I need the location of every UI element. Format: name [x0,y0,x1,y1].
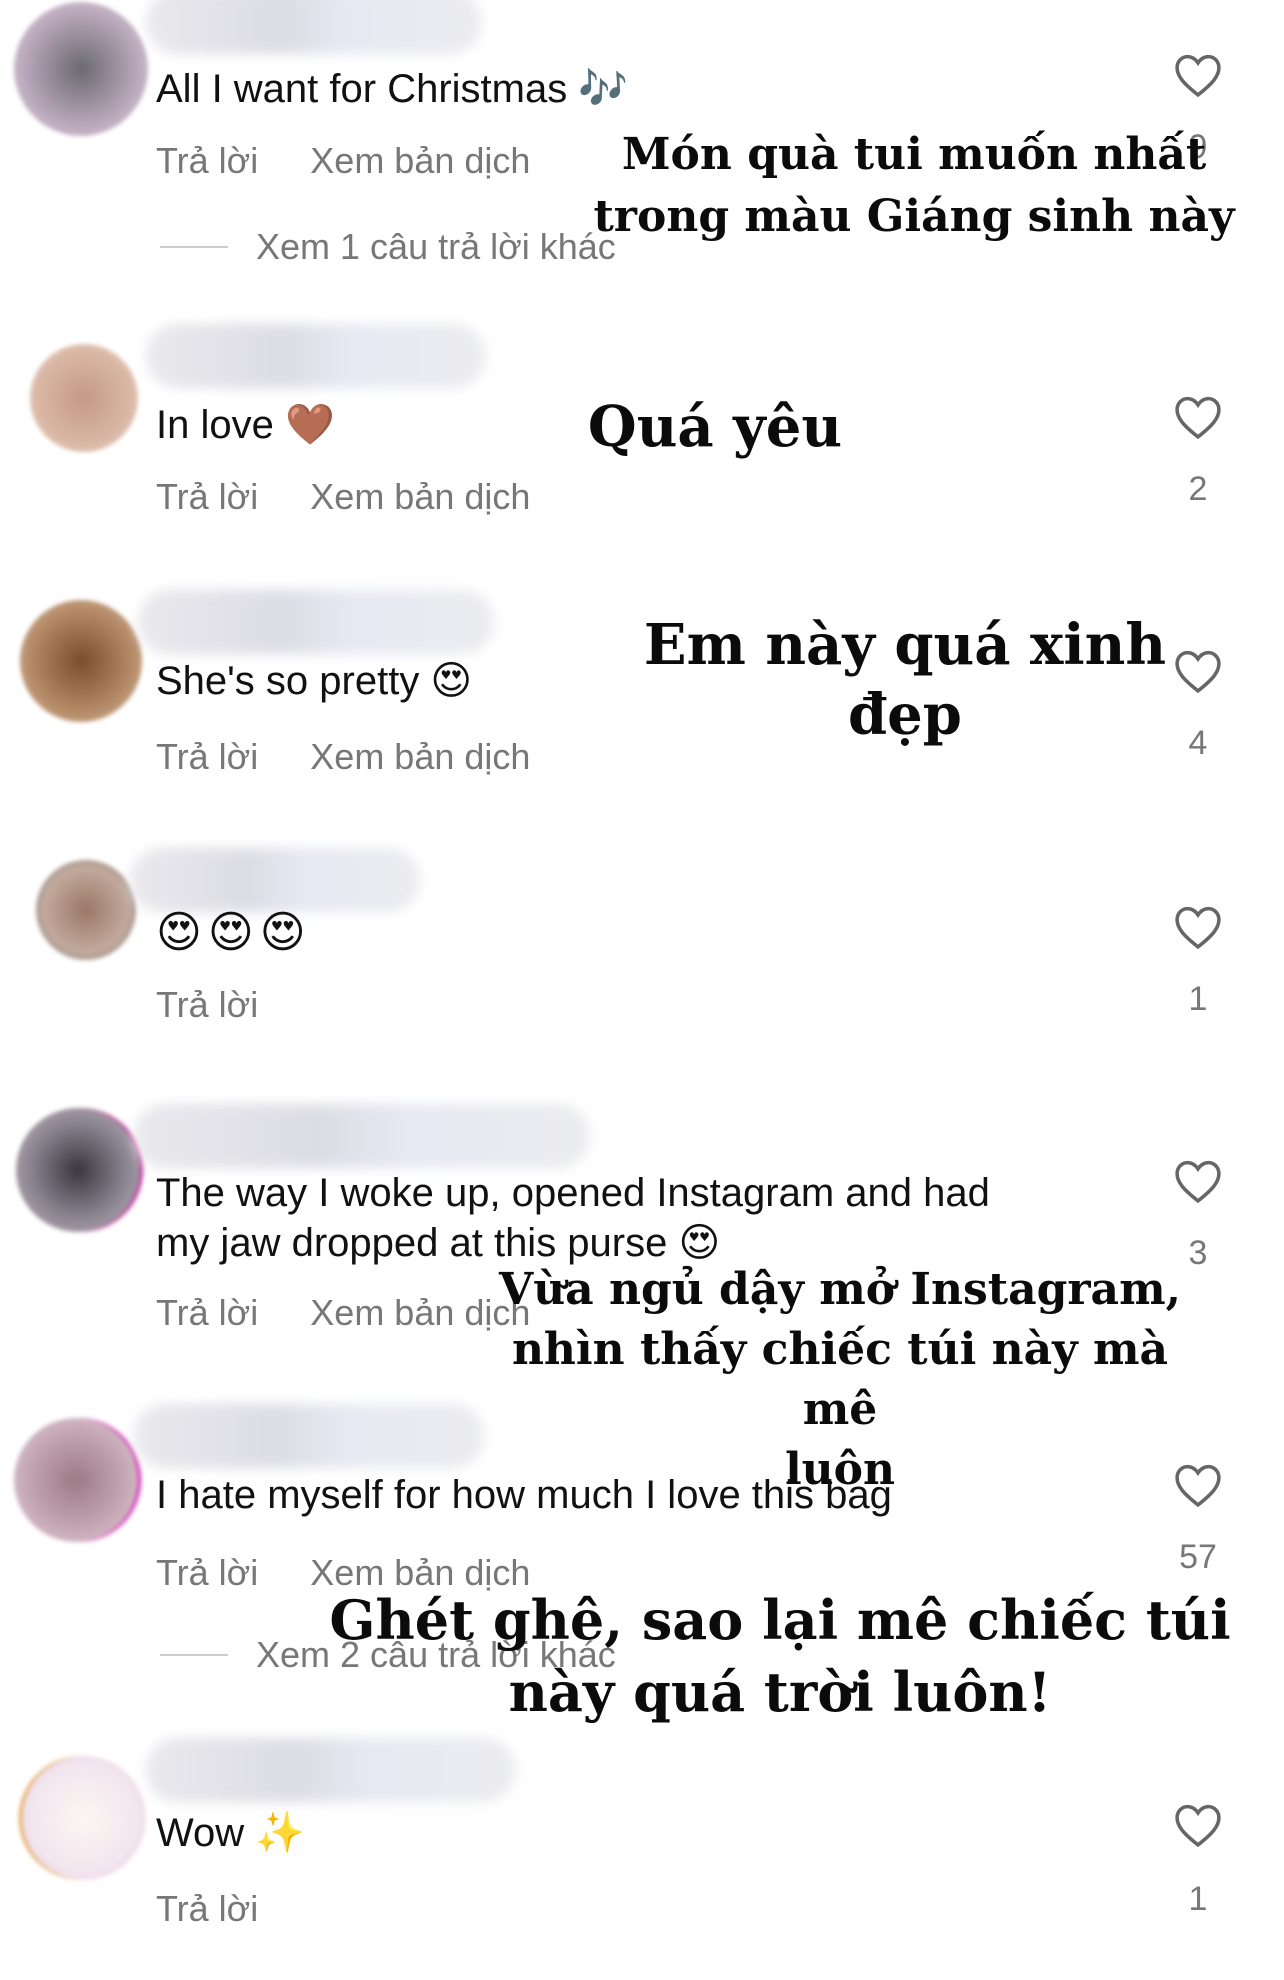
translate-button[interactable]: Xem bản dịch [310,476,530,518]
username-blurred[interactable] [130,848,420,912]
divider [160,1654,228,1656]
comment-text: I hate myself for how much I love this b… [156,1473,892,1517]
username-blurred[interactable] [138,590,494,654]
comment-actions: Trả lời Xem bản dịch [156,476,530,518]
comment-text: 😍😍😍 [156,907,312,958]
translation-overlay: Món quà tui muốn nhất trong màu Giáng si… [593,129,1235,242]
reply-button[interactable]: Trả lời [156,476,258,518]
username-blurred[interactable] [134,1404,484,1468]
view-more-replies[interactable]: Xem 1 câu trả lời khác [160,226,616,268]
translation-overlay: Ghét ghê, sao lại mê chiếc túi này quá t… [329,1588,1231,1724]
avatar[interactable] [14,1418,138,1542]
avatar[interactable] [30,344,138,452]
translation-overlay: Quá yêu [587,394,843,460]
translation-overlay: Em này quá xinh đẹp [643,612,1167,748]
username-blurred[interactable] [146,1738,516,1802]
like-count: 2 [1188,470,1208,508]
reply-button[interactable]: Trả lời [156,1888,258,1930]
avatar[interactable] [20,600,142,722]
reply-button[interactable]: Trả lời [156,984,258,1026]
heart-icon[interactable] [1172,1802,1224,1848]
username-blurred[interactable] [146,0,482,54]
comment-actions: Trả lời Xem bản dịch [156,736,530,778]
divider [160,246,228,248]
comment-actions: Trả lời [156,984,258,1026]
heart-icon[interactable] [1172,394,1224,440]
comment-text: Wow ✨ [156,1811,306,1855]
reply-button[interactable]: Trả lời [156,140,258,182]
view-more-replies-label[interactable]: Xem 1 câu trả lời khác [256,226,616,268]
like-count: 1 [1188,980,1208,1018]
avatar[interactable] [36,860,136,960]
heart-icon[interactable] [1172,1462,1224,1508]
like-count: 1 [1188,1880,1208,1918]
translate-button[interactable]: Xem bản dịch [310,140,530,182]
avatar[interactable] [16,1108,140,1232]
username-blurred[interactable] [146,324,486,388]
avatar[interactable] [14,2,148,136]
heart-icon[interactable] [1172,904,1224,950]
comment-text: The way I woke up, opened Instagram and … [156,1171,990,1265]
comment-actions: Trả lời Xem bản dịch [156,140,530,182]
comment-actions: Trả lời [156,1888,258,1930]
translate-button[interactable]: Xem bản dịch [310,736,530,778]
reply-button[interactable]: Trả lời [156,736,258,778]
translation-overlay: Vừa ngủ dậy mở Instagram, nhìn thấy chiế… [499,1264,1181,1495]
avatar[interactable] [22,1756,146,1880]
heart-icon[interactable] [1172,52,1224,98]
reply-button[interactable]: Trả lời [156,1292,258,1334]
like-count: 57 [1179,1538,1217,1576]
comment-text: All I want for Christmas 🎶 [156,67,629,111]
username-blurred[interactable] [134,1104,590,1168]
heart-icon[interactable] [1172,1158,1224,1204]
reply-button[interactable]: Trả lời [156,1552,258,1594]
